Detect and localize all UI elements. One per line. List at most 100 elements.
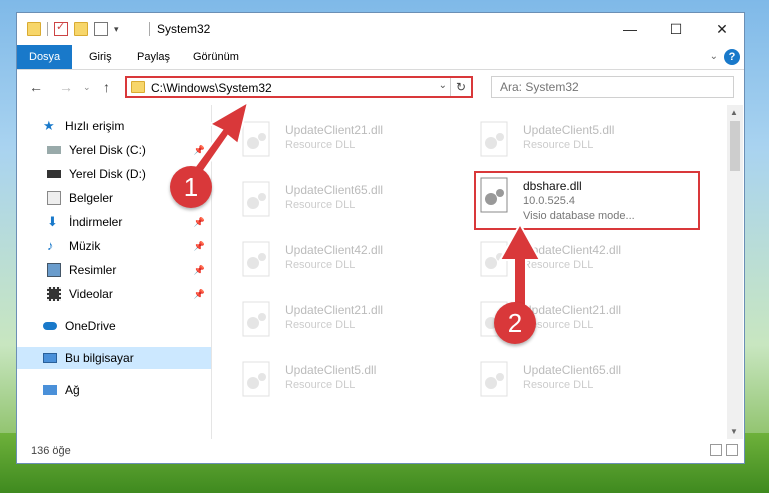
ribbon-expand-icon[interactable]: ⌄ [710, 51, 718, 62]
nav-item-downloads[interactable]: ⬇ İndirmeler 📌 [47, 211, 211, 233]
vertical-scrollbar[interactable]: ▲ ▼ [727, 105, 743, 439]
file-item[interactable]: UpdateClient42.dll Resource DLL [451, 231, 671, 281]
drive-icon [47, 170, 61, 178]
nav-label: Yerel Disk (D:) [69, 167, 146, 181]
quick-access-toolbar: ▾ [27, 20, 119, 37]
explorer-window: ▾ System32 — ☐ ✕ Dosya Giriş Paylaş Görü… [16, 12, 745, 464]
file-description: Resource DLL [523, 139, 594, 151]
step-badge-2: 2 [494, 302, 536, 344]
file-description: Resource DLL [285, 319, 356, 331]
file-item[interactable]: UpdateClient42.dll Resource DLL [213, 231, 433, 281]
star-icon: ★ [43, 118, 55, 133]
nav-item-onedrive[interactable]: OneDrive [43, 315, 211, 337]
drive-icon [47, 146, 61, 154]
scroll-down-icon[interactable]: ▼ [730, 427, 738, 436]
pin-icon[interactable]: 📌 [194, 241, 205, 252]
recent-locations-icon[interactable]: ⌄ [83, 82, 91, 93]
nav-label: Bu bilgisayar [65, 351, 134, 365]
tab-share[interactable]: Paylaş [125, 45, 182, 69]
computer-icon [43, 353, 57, 363]
nav-label: Müzik [69, 239, 101, 253]
up-arrow-icon[interactable]: ↑ [103, 79, 110, 95]
file-description: Resource DLL [523, 379, 594, 391]
title-bar: ▾ System32 — ☐ ✕ [17, 13, 744, 45]
pictures-icon [47, 263, 61, 277]
close-button[interactable]: ✕ [699, 13, 745, 45]
nav-label: İndirmeler [69, 215, 123, 229]
window-title: System32 [157, 22, 211, 36]
nav-label: Yerel Disk (C:) [69, 143, 146, 157]
pin-icon[interactable]: 📌 [194, 289, 205, 300]
dll-file-icon [241, 301, 273, 339]
pin-icon[interactable]: 📌 [194, 217, 205, 228]
tab-home[interactable]: Giriş [77, 45, 124, 69]
file-list: UpdateClient21.dll Resource DLL UpdateCl… [213, 105, 727, 439]
network-icon [43, 385, 57, 395]
back-arrow-icon[interactable]: ← [29, 79, 43, 95]
nav-label: Belgeler [69, 191, 114, 205]
folder-icon[interactable] [27, 22, 41, 36]
file-name: UpdateClient5.dll [523, 123, 615, 137]
file-item[interactable]: UpdateClient21.dll Resource DLL [213, 291, 433, 341]
dll-file-icon [479, 121, 511, 159]
nav-item-network[interactable]: Ağ [43, 379, 211, 401]
nav-item-music[interactable]: ♪ Müzik 📌 [47, 235, 211, 257]
file-description: Resource DLL [285, 379, 356, 391]
item-count: 136 öğe [31, 445, 71, 457]
large-icons-view-icon[interactable] [726, 444, 738, 456]
file-description: Resource DLL [285, 139, 356, 151]
scroll-up-icon[interactable]: ▲ [730, 108, 738, 117]
nav-label: OneDrive [65, 319, 116, 333]
file-name: UpdateClient65.dll [285, 183, 384, 197]
folder-icon [131, 81, 145, 93]
file-name: UpdateClient21.dll [285, 123, 384, 137]
file-item[interactable]: UpdateClient5.dll Resource DLL [213, 351, 433, 401]
nav-item-pictures[interactable]: Resimler 📌 [47, 259, 211, 281]
pin-icon[interactable]: 📌 [194, 265, 205, 276]
customize-toolbar-icon[interactable]: ▾ [114, 24, 119, 35]
search-input[interactable] [491, 76, 734, 98]
file-item[interactable]: UpdateClient5.dll Resource DLL [451, 111, 671, 161]
tab-view[interactable]: Görünüm [181, 45, 251, 69]
status-bar: 136 öğe [17, 439, 744, 463]
minimize-button[interactable]: — [607, 13, 653, 45]
maximize-button[interactable]: ☐ [653, 13, 699, 45]
file-item[interactable]: UpdateClient21.dll Resource DLL [451, 291, 671, 341]
music-icon: ♪ [47, 238, 54, 253]
forward-arrow-icon[interactable]: → [59, 79, 73, 95]
videos-icon [47, 287, 61, 301]
file-item[interactable]: UpdateClient65.dll Resource DLL [451, 351, 671, 401]
step-badge-1: 1 [170, 166, 212, 208]
file-name: UpdateClient5.dll [285, 363, 377, 377]
nav-label: Ağ [65, 383, 80, 397]
nav-label: Resimler [69, 263, 117, 277]
refresh-icon[interactable]: ↻ [450, 78, 471, 96]
chevron-down-icon[interactable]: ⌄ [439, 80, 447, 91]
file-name: UpdateClient21.dll [285, 303, 384, 317]
tab-file[interactable]: Dosya [17, 45, 73, 69]
nav-item-this-pc[interactable]: Bu bilgisayar [17, 347, 211, 369]
file-description: Resource DLL [285, 199, 356, 211]
new-folder-icon[interactable] [74, 22, 88, 36]
file-name: UpdateClient42.dll [285, 243, 384, 257]
scroll-thumb[interactable] [730, 121, 740, 171]
dll-file-icon [479, 361, 511, 399]
view-options-icon[interactable] [94, 22, 108, 36]
dll-file-icon [241, 361, 273, 399]
view-toggle [706, 444, 738, 456]
title-divider [149, 22, 150, 36]
ribbon-tabs: Dosya Giriş Paylaş Görünüm ⌄ ? [17, 45, 744, 70]
file-name: UpdateClient65.dll [523, 363, 622, 377]
toolbar-divider [47, 22, 48, 36]
details-view-icon[interactable] [710, 444, 722, 456]
help-icon[interactable]: ? [724, 49, 740, 65]
nav-item-videos[interactable]: Videolar 📌 [47, 283, 211, 305]
address-row: ← → ⌄ ↑ C:\Windows\System32 ⌄ ↻ [17, 69, 744, 105]
dll-file-icon [241, 241, 273, 279]
properties-icon[interactable] [54, 20, 68, 36]
cloud-icon [43, 322, 57, 330]
nav-label: Hızlı erişim [65, 119, 125, 133]
documents-icon [47, 191, 61, 205]
nav-label: Videolar [69, 287, 113, 301]
file-description: Resource DLL [285, 259, 356, 271]
